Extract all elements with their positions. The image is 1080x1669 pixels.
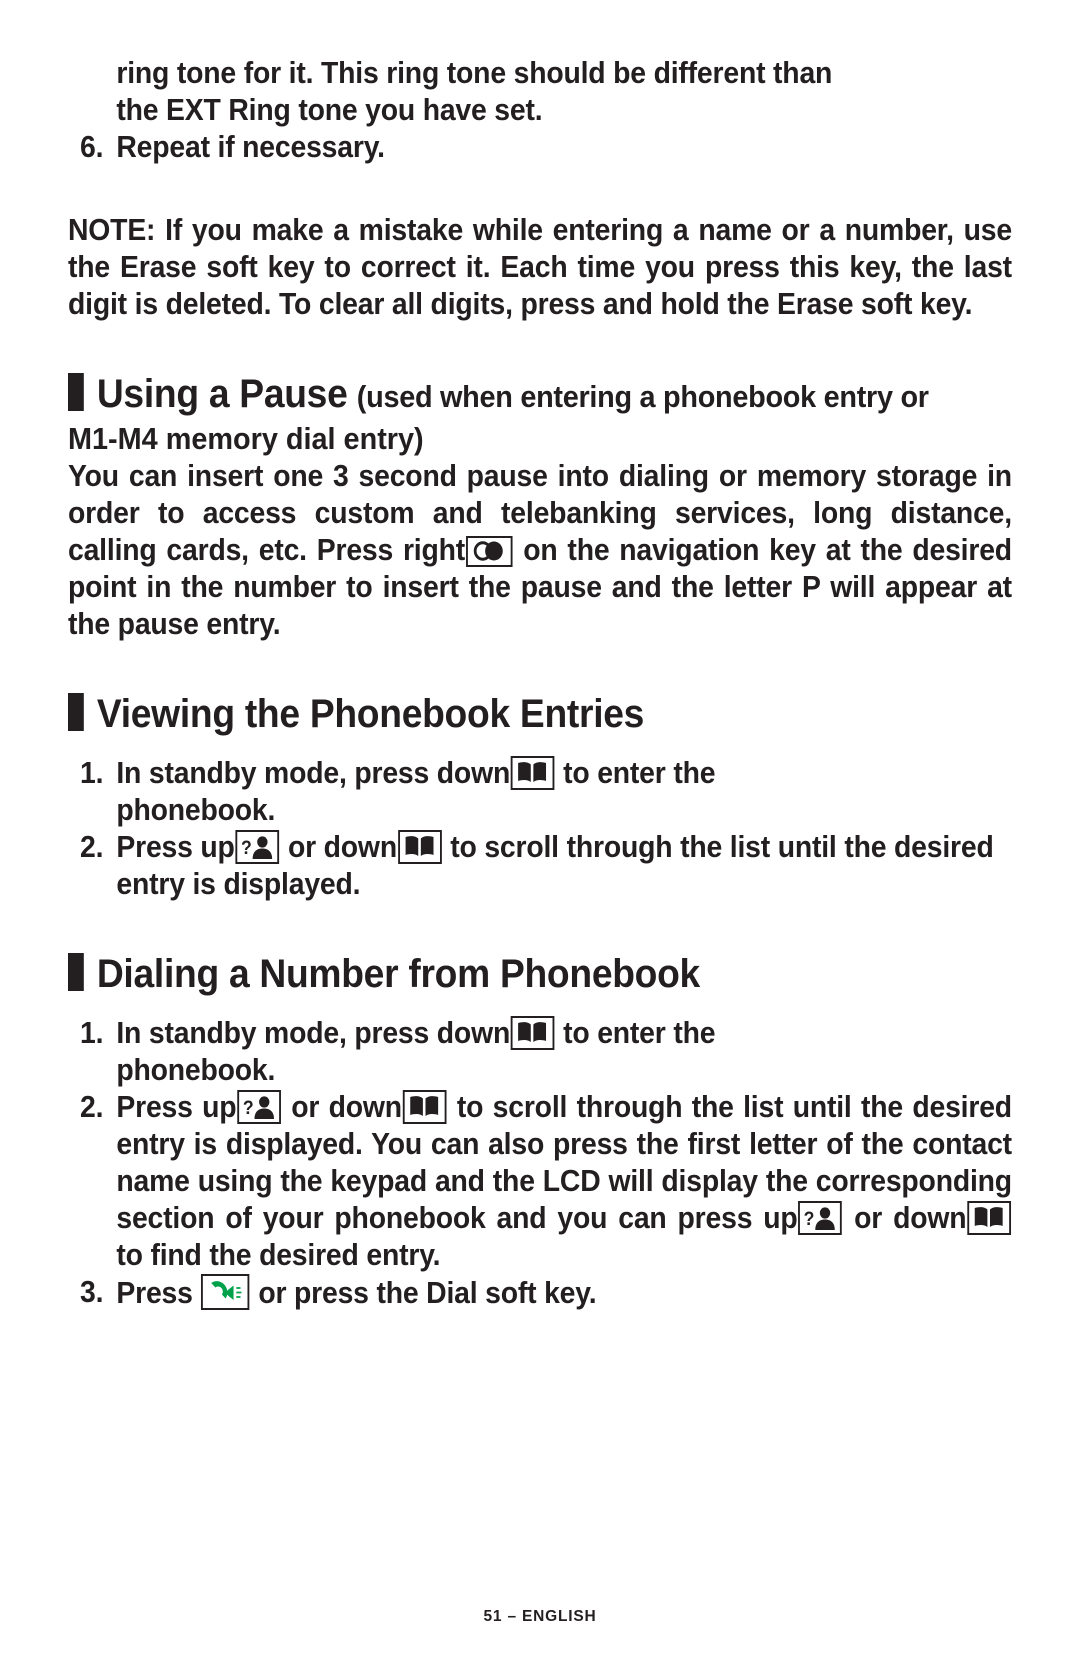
dialing-step-1-body: In standby mode, press down to enter the … [116,1015,1012,1089]
list-item: 3. Press or press the Dial soft key. [68,1274,1012,1312]
pause-letter-p: P [801,570,821,604]
continued-line-1: ring tone for it. This ring tone should … [116,56,833,90]
heading-subtitle-using-a-pause: (used when entering a phonebook entry or [356,379,929,414]
svg-text:?: ? [243,1096,254,1118]
dialing-step-1-text-a: In standby mode, press down [116,1016,511,1050]
step-6-text: Repeat if necessary. [116,130,385,164]
continued-list-item: ring tone for it. This ring tone should … [68,55,1012,129]
viewing-step-1-line-1: In standby mode, press down to enter the [116,755,1012,792]
viewing-step-1-number: 1. [80,756,104,790]
list-item: 2. Press up? or down to scroll through t… [68,1089,1012,1274]
erase-soft-key-1: Erase [120,250,197,284]
dial-soft-key: Dial [426,1276,478,1310]
green-phone-talk-icon [201,1274,250,1310]
page-footer: 51 – ENGLISH [483,1608,597,1625]
navigation-right-icon [465,536,513,567]
dialing-step-3-body: Press or press the Dial soft key. [116,1274,1012,1312]
list-item: 1. In standby mode, press down to enter t… [68,755,1012,829]
continued-line-2: the EXT Ring tone you have set. [116,93,543,127]
dialing-step-3-number: 3. [80,1275,104,1309]
dialing-step-2-text-b: or down [281,1090,402,1124]
square-bullet-icon [68,373,84,411]
caller-id-person-icon: ? [237,1090,281,1124]
dialing-step-1-line-2: phonebook. [116,1053,276,1087]
viewing-step-1-text-a: In standby mode, press down [116,756,511,790]
list-item: 2. Press up? or down to scroll through t… [68,829,1012,903]
phonebook-book-icon [402,1090,447,1124]
dialing-step-3-text-c: soft key. [477,1276,597,1310]
viewing-step-2-text-b: or down [280,830,397,864]
note-text-3: soft key. [853,287,973,321]
note-paragraph: NOTE: If you make a mistake while enteri… [68,212,1012,323]
continued-item-marker [68,55,116,129]
using-a-pause-body: You can insert one 3 second pause into d… [68,458,1012,643]
caller-id-person-icon: ? [798,1201,843,1235]
caller-id-person-icon: ? [235,830,280,864]
step-6-number: 6. [80,130,104,164]
list-item: 1. In standby mode, press down to enter t… [68,1015,1012,1089]
viewing-step-1-text-b: to enter the [563,756,716,790]
manual-page: ring tone for it. This ring tone should … [0,0,1080,1669]
dialing-step-1-line-1: In standby mode, press down to enter the [116,1015,1012,1052]
dialing-step-2-text-e: to find the desired entry. [116,1238,441,1272]
phonebook-book-icon [397,830,442,864]
svg-text:?: ? [804,1207,815,1229]
square-bullet-icon [68,693,84,731]
square-bullet-icon [68,953,84,991]
dialing-step-1-number: 1. [80,1016,104,1050]
erase-soft-key-2: Erase [776,287,854,321]
dialing-step-3-text-b: or press the [250,1276,427,1310]
viewing-step-2-number: 2. [80,830,104,864]
dialing-step-1-text-b: to enter the [563,1016,716,1050]
list-item-step-6: 6. Repeat if necessary. [68,129,1012,166]
viewing-step-2-body: Press up? or down to scroll through the … [116,829,1012,903]
dialing-step-2-text-a: Press up [116,1090,237,1124]
viewing-step-1-body: In standby mode, press down to enter the … [116,755,1012,829]
heading-title-dialing-number: Dialing a Number from Phonebook [96,952,700,996]
phonebook-book-icon [511,1016,555,1050]
dialing-step-2-body: Press up? or down to scroll through the … [116,1089,1012,1274]
heading-title-using-a-pause: Using a Pause [96,372,348,416]
heading-title-viewing-phonebook: Viewing the Phonebook Entries [96,692,645,736]
note-label: NOTE: [68,213,156,247]
viewing-step-1-line-2: phonebook. [116,793,276,827]
phonebook-book-icon [511,756,555,790]
phonebook-book-icon [967,1201,1012,1235]
heading-subtitle-continued: M1-M4 memory dial entry) [68,421,424,456]
section-heading-dialing-number: Dialing a Number from Phonebook [68,949,1012,997]
continued-item-body: ring tone for it. This ring tone should … [116,55,1012,129]
viewing-step-2-text-a: Press up [116,830,235,864]
dialing-step-2-text-d: or down [843,1201,967,1235]
svg-text:?: ? [241,836,252,858]
dialing-step-2-number: 2. [80,1090,104,1124]
dialing-step-3-text-a: Press [116,1276,201,1310]
section-heading-viewing-phonebook: Viewing the Phonebook Entries [68,689,1012,737]
section-heading-using-a-pause: Using a Pause (used when entering a phon… [68,369,1012,420]
